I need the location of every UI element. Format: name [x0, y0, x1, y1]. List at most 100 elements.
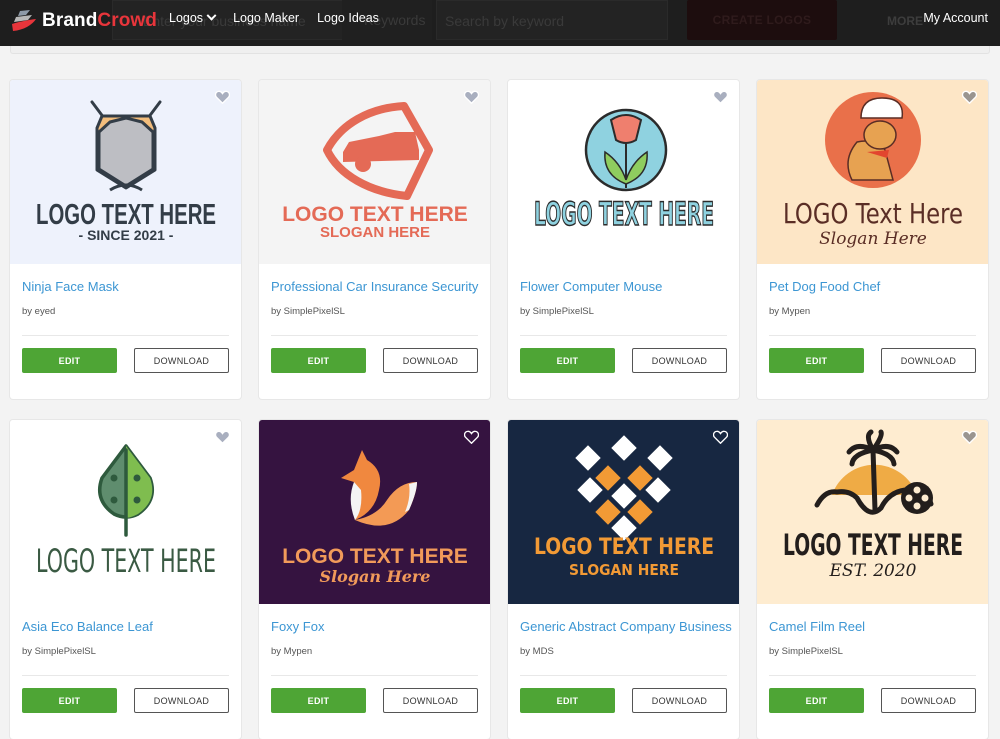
logo-author: by SimplePixelSL: [769, 646, 843, 657]
download-button[interactable]: DOWNLOAD: [881, 688, 976, 713]
logo-preview: LOGO TEXT HERESlogan Here: [282, 450, 468, 586]
logo-text: LOGO Text Here: [783, 197, 963, 230]
heart-icon[interactable]: [962, 430, 977, 444]
download-button[interactable]: DOWNLOAD: [134, 348, 229, 373]
logo-title-link[interactable]: Pet Dog Food Chef: [769, 279, 976, 294]
logo-author: by MDS: [520, 646, 554, 657]
logo-card: LOGO TEXT HERE - SINCE 2021 - Ninja Face …: [10, 80, 241, 399]
download-button[interactable]: DOWNLOAD: [881, 348, 976, 373]
logo-title-link[interactable]: Asia Eco Balance Leaf: [22, 619, 229, 634]
logo-text: LOGO TEXT HERE: [282, 203, 468, 226]
logo-thumbnail[interactable]: LOGO TEXT HERE SLOGAN HERE: [259, 80, 490, 264]
logo-thumbnail[interactable]: LOGO TEXT HERE SLOGAN HERE: [508, 420, 739, 604]
nav-logos-label: Logos: [169, 11, 204, 25]
logo-card: LOGO TEXT HERE SLOGAN HERE Professional C…: [259, 80, 490, 399]
edit-button[interactable]: EDIT: [22, 688, 117, 713]
leaf-icon: [98, 444, 154, 537]
nav-logo-ideas[interactable]: Logo Ideas: [317, 11, 379, 25]
card-info: Pet Dog Food Chef by Mypen EDIT DOWNLOAD: [757, 264, 988, 399]
nav-logo-maker[interactable]: Logo Maker: [233, 11, 299, 25]
brandcrowd-logo-icon: [12, 10, 36, 31]
tulip-mouse-icon: [584, 108, 668, 192]
card-divider: [271, 335, 478, 336]
card-info: Ninja Face Mask by eyed EDIT DOWNLOAD: [10, 264, 241, 399]
logo-author: by eyed: [22, 306, 56, 317]
main-nav: Logos Logo Maker Logo Ideas: [169, 0, 379, 36]
logo-card: LOGO TEXT HERE Asia Eco Balance Leaf by …: [10, 420, 241, 739]
download-button[interactable]: DOWNLOAD: [134, 688, 229, 713]
logo-card: LOGO TEXT HERE Slogan Here Foxy Fox by My…: [259, 420, 490, 739]
logo-text: LOGO TEXT HERE: [783, 528, 963, 562]
logo-slogan: Slogan Here: [320, 567, 431, 586]
heart-icon[interactable]: [713, 90, 728, 104]
edit-button[interactable]: EDIT: [22, 348, 117, 373]
ninja-mask-icon: [90, 100, 162, 192]
logo-thumbnail[interactable]: LOGO TEXT HERE - SINCE 2021 -: [10, 80, 241, 264]
download-button[interactable]: DOWNLOAD: [383, 348, 478, 373]
card-divider: [22, 675, 229, 676]
edit-button[interactable]: EDIT: [520, 688, 615, 713]
logo-preview: LOGO Text HereSlogan Here: [783, 92, 963, 249]
edit-button[interactable]: EDIT: [520, 348, 615, 373]
logo-title-link[interactable]: Ninja Face Mask: [22, 279, 229, 294]
nav-logos[interactable]: Logos: [169, 10, 217, 25]
logo-author: by SimplePixelSL: [520, 306, 594, 317]
logo-card: LOGO TEXT HERE EST. 2020 Camel Film Reel …: [757, 420, 988, 739]
edit-button[interactable]: EDIT: [769, 688, 864, 713]
heart-icon[interactable]: [464, 430, 479, 444]
heart-icon[interactable]: [215, 430, 230, 444]
keyword-search-placeholder: Search by keyword: [445, 13, 565, 29]
logo-card: LOGO Text Here Slogan Here Pet Dog Food C…: [757, 80, 988, 399]
logo-text: LOGO TEXT HERE: [534, 195, 714, 233]
logo-title-link[interactable]: Professional Car Insurance Security: [271, 279, 478, 294]
card-divider: [769, 675, 976, 676]
brand-name-part1: Brand: [42, 10, 98, 31]
logo-text: LOGO TEXT HERE: [36, 542, 216, 580]
logo-slogan: Slogan Here: [819, 229, 927, 249]
logo-thumbnail[interactable]: LOGO TEXT HERE: [10, 420, 241, 604]
heart-icon[interactable]: [464, 90, 479, 104]
edit-button[interactable]: EDIT: [769, 348, 864, 373]
logo-thumbnail[interactable]: LOGO Text Here Slogan Here: [757, 80, 988, 264]
download-button[interactable]: DOWNLOAD: [632, 348, 727, 373]
logo-preview: LOGO TEXT HERE: [36, 444, 216, 580]
brandcrowd-logo[interactable]: BrandCrowd: [10, 6, 157, 36]
edit-button[interactable]: EDIT: [271, 348, 366, 373]
logo-slogan: SLOGAN HERE: [320, 224, 430, 241]
logo-title-link[interactable]: Flower Computer Mouse: [520, 279, 727, 294]
logo-author: by SimplePixelSL: [22, 646, 96, 657]
card-divider: [22, 335, 229, 336]
logo-preview: LOGO TEXT HERE: [533, 108, 715, 234]
logo-text: LOGO TEXT HERE: [534, 535, 714, 560]
logo-title-link[interactable]: Foxy Fox: [271, 619, 478, 634]
heart-icon[interactable]: [962, 90, 977, 104]
card-info: Asia Eco Balance Leaf by SimplePixelSL E…: [10, 604, 241, 739]
keyword-search-input-ghost: Search by keyword: [436, 0, 668, 40]
car-shield-icon: [323, 102, 433, 200]
download-button[interactable]: DOWNLOAD: [383, 688, 478, 713]
top-navigation-bar: Enter your business name Keywords Search…: [0, 0, 1000, 46]
heart-icon[interactable]: [713, 430, 728, 444]
my-account-link[interactable]: My Account: [923, 11, 988, 25]
logo-slogan: EST. 2020: [829, 561, 917, 581]
card-divider: [769, 335, 976, 336]
edit-button[interactable]: EDIT: [271, 688, 366, 713]
card-info: Camel Film Reel by SimplePixelSL EDIT DO…: [757, 604, 988, 739]
nav-logo-ideas-label: Logo Ideas: [317, 11, 379, 25]
logo-thumbnail[interactable]: LOGO TEXT HERE: [508, 80, 739, 264]
logo-thumbnail[interactable]: LOGO TEXT HERE EST. 2020: [757, 420, 988, 604]
heart-icon[interactable]: [215, 90, 230, 104]
fox-icon: [341, 450, 417, 526]
more-menu-ghost: MORE: [887, 14, 923, 28]
logo-card: LOGO TEXT HERE Flower Computer Mouse by …: [508, 80, 739, 399]
logo-preview: LOGO TEXT HERESLOGAN HERE: [534, 435, 714, 579]
card-divider: [520, 335, 727, 336]
logo-title-link[interactable]: Camel Film Reel: [769, 619, 976, 634]
logo-author: by Mypen: [769, 306, 811, 317]
logo-thumbnail[interactable]: LOGO TEXT HERE Slogan Here: [259, 420, 490, 604]
logo-title-link[interactable]: Generic Abstract Company Business: [520, 619, 732, 634]
logo-preview: LOGO TEXT HEREEST. 2020: [783, 429, 963, 581]
chevron-down-icon: [206, 10, 217, 21]
logo-preview: LOGO TEXT HERE- SINCE 2021 -: [36, 100, 216, 243]
download-button[interactable]: DOWNLOAD: [632, 688, 727, 713]
